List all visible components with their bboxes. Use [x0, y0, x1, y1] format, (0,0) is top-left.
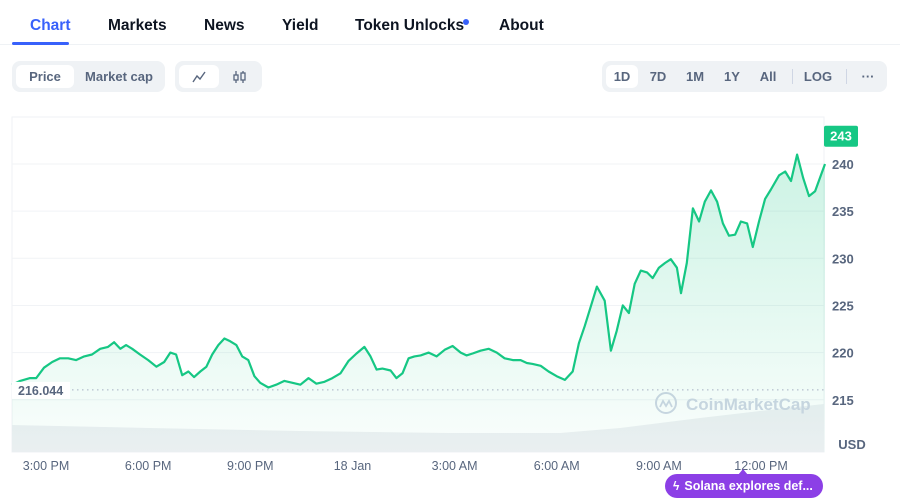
price-area-fill	[12, 154, 825, 452]
news-event-label: Solana explores def...	[684, 479, 813, 493]
line-chart-button[interactable]	[179, 65, 219, 88]
tab-token-unlocks[interactable]: Token Unlocks	[355, 17, 464, 35]
x-tick-label: 18 Jan	[334, 459, 372, 473]
price-toggle-button[interactable]: Price	[16, 65, 74, 88]
x-tick-label: 6:00 AM	[534, 459, 580, 473]
chart-type-toggle	[175, 61, 262, 92]
tab-bar: Chart Markets News Yield Token Unlocks A…	[0, 0, 900, 45]
market-cap-toggle-button[interactable]: Market cap	[76, 65, 162, 88]
tab-yield[interactable]: Yield	[282, 17, 318, 35]
lightning-icon: ϟ	[673, 479, 680, 493]
range-1m-button[interactable]: 1M	[679, 65, 711, 88]
tab-chart[interactable]: Chart	[30, 17, 70, 35]
range-all-button[interactable]: All	[752, 65, 784, 88]
new-indicator-dot	[463, 19, 469, 25]
more-options-button[interactable]: ···	[854, 65, 882, 88]
x-tick-label: 9:00 PM	[227, 459, 274, 473]
candlestick-button[interactable]	[221, 65, 259, 88]
current-price-label: 243	[830, 129, 852, 144]
divider	[846, 69, 847, 84]
x-tick-label: 9:00 AM	[636, 459, 682, 473]
range-1d-button[interactable]: 1D	[606, 65, 638, 88]
y-tick-label: 215	[832, 393, 854, 408]
x-tick-label: 3:00 PM	[23, 459, 70, 473]
y-tick-label: 225	[832, 298, 854, 313]
y-tick-label: 235	[832, 204, 854, 219]
y-tick-label: 240	[832, 157, 854, 172]
price-chart[interactable]: CoinMarketCap 216.044 215220225230235240…	[0, 100, 900, 500]
range-1y-button[interactable]: 1Y	[716, 65, 748, 88]
y-tick-label: 220	[832, 346, 854, 361]
tab-markets[interactable]: Markets	[108, 17, 167, 35]
candlestick-icon	[233, 70, 246, 83]
x-tick-label: 6:00 PM	[125, 459, 172, 473]
divider	[792, 69, 793, 84]
line-chart-icon	[192, 71, 206, 82]
log-scale-button[interactable]: LOG	[798, 65, 838, 88]
open-price-label: 216.044	[18, 384, 63, 398]
x-tick-label: 3:00 AM	[432, 459, 478, 473]
y-tick-label: 230	[832, 251, 854, 266]
price-chart-svg: CoinMarketCap 216.044 215220225230235240…	[11, 116, 866, 473]
metric-toggle: Price Market cap	[12, 61, 165, 92]
news-event-badge[interactable]: ϟ Solana explores def...	[665, 474, 823, 498]
active-tab-underline	[12, 42, 69, 45]
range-7d-button[interactable]: 7D	[642, 65, 674, 88]
time-range-toggle: 1D 7D 1M 1Y All LOG ···	[602, 61, 887, 92]
currency-label: USD	[838, 437, 865, 452]
tab-news[interactable]: News	[204, 17, 245, 35]
tab-about[interactable]: About	[499, 17, 544, 35]
